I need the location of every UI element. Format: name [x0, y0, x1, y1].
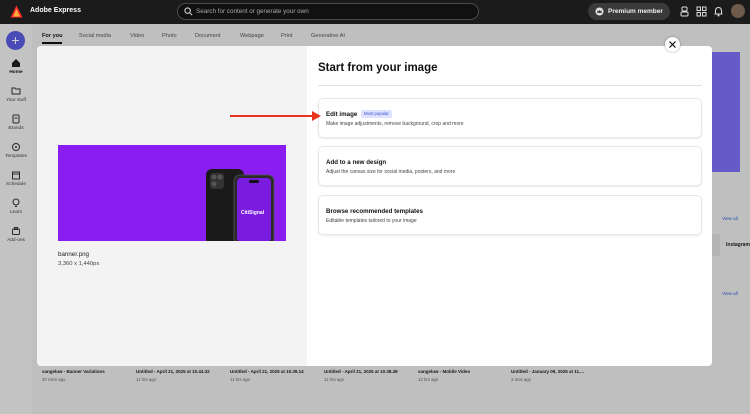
image-preview: CitiSignal	[58, 145, 286, 241]
close-button[interactable]	[665, 37, 680, 52]
divider	[318, 85, 702, 86]
most-popular-badge: Most popular	[361, 110, 392, 118]
close-icon	[669, 41, 676, 48]
bell-icon[interactable]	[713, 6, 724, 17]
add-to-new-design-option[interactable]: Add to a new design Adjust the canvas si…	[318, 146, 702, 186]
start-from-image-dialog: CitiSignal banner.png 3,360 x 1,440px St…	[37, 46, 712, 366]
app-title: Adobe Express	[30, 7, 81, 14]
image-preview-panel: CitiSignal banner.png 3,360 x 1,440px	[37, 46, 307, 366]
avatar[interactable]	[731, 4, 745, 18]
preview-brand-text: CitiSignal	[241, 210, 265, 216]
search-icon	[184, 7, 193, 16]
file-dimensions: 3,360 x 1,440px	[58, 261, 100, 267]
option-title: Browse recommended templates	[326, 208, 423, 215]
premium-member-button[interactable]: Premium member	[588, 3, 670, 20]
adobe-express-logo-icon[interactable]	[10, 5, 23, 18]
option-title: Add to a new design	[326, 159, 387, 166]
option-description: Adjust the canvas size for social media,…	[326, 169, 456, 175]
phone-mockup-image	[206, 169, 275, 241]
crown-icon	[595, 7, 604, 16]
annotation-arrow-icon	[230, 111, 321, 121]
option-description: Make image adjustments, remove backgroun…	[326, 121, 464, 127]
option-title: Edit image	[326, 111, 358, 118]
learn-icon[interactable]	[679, 6, 690, 17]
browse-templates-option[interactable]: Browse recommended templates Editable te…	[318, 195, 702, 235]
apps-grid-icon[interactable]	[696, 6, 707, 17]
premium-label: Premium member	[608, 8, 663, 15]
top-bar: Adobe Express Search for content or gene…	[0, 0, 750, 24]
edit-image-option[interactable]: Edit image Most popular Make image adjus…	[318, 98, 702, 138]
dialog-title: Start from your image	[318, 62, 438, 74]
file-name: banner.png	[58, 251, 89, 258]
option-description: Editable templates tailored to your imag…	[326, 218, 417, 224]
search-bar[interactable]: Search for content or generate your own	[177, 3, 479, 20]
search-input[interactable]: Search for content or generate your own	[196, 8, 309, 15]
